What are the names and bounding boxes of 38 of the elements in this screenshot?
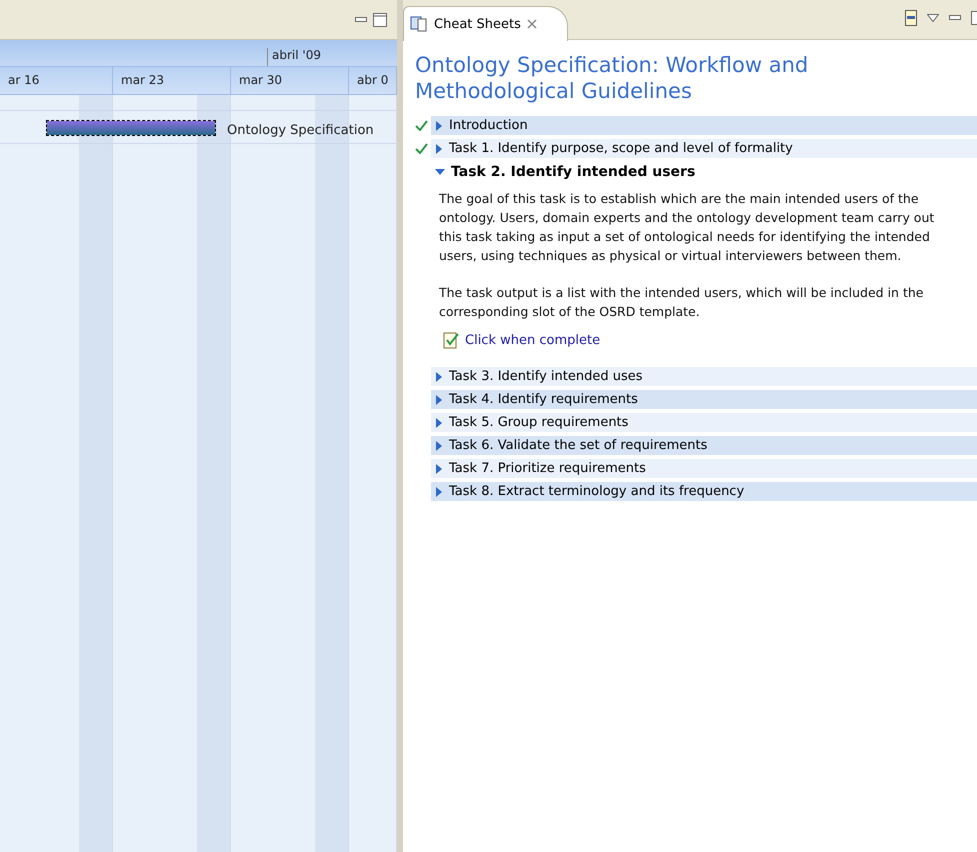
task-description: The goal of this task is to establish which are the main intended users of the ontology. Users, domain experts and the ontology development team carry out this task taking as input a set of ontological needs for identifying the intended users, using techniques as physical or virtual interviewers between them. <box>439 190 936 265</box>
cheat-sheet-title: Ontology Specification: Workflow and Methodological Guidelines <box>415 52 810 104</box>
expanded-arrow-icon <box>435 168 445 176</box>
cheat-sheets-tab[interactable]: Cheat Sheets <box>403 6 568 41</box>
month-label: abril '09 <box>267 48 321 66</box>
checklist-icon <box>443 331 459 349</box>
collapsed-arrow-icon <box>435 440 443 450</box>
notepad-icon[interactable] <box>905 10 917 26</box>
task-header[interactable]: Task 7. Prioritize requirements <box>431 459 977 478</box>
close-icon[interactable] <box>526 19 537 29</box>
task-header[interactable]: Task 4. Identify requirements <box>431 390 977 409</box>
collapsed-arrow-icon <box>435 394 443 404</box>
task-header[interactable]: Task 5. Group requirements <box>431 413 977 432</box>
task-description: The task output is a list with the intended users, which will be included in the corresponding slot of the OSRD template. <box>439 284 924 321</box>
task-header[interactable]: Task 3. Identify intended uses <box>431 367 977 386</box>
collapsed-arrow-icon <box>435 486 443 496</box>
week-label: mar 30 <box>231 67 349 94</box>
click-when-complete-link[interactable]: Click when complete <box>443 331 600 349</box>
minimize-icon[interactable] <box>949 14 961 22</box>
view-menu-icon[interactable] <box>927 14 939 22</box>
collapsed-arrow-icon <box>435 372 443 382</box>
task-header[interactable]: Task 1. Identify purpose, scope and level of formality <box>431 139 977 158</box>
task-label: Ontology Specification <box>227 123 374 138</box>
task-header[interactable]: Task 6. Validate the set of requirements <box>431 436 977 455</box>
week-label: abr 0 <box>349 67 397 94</box>
maximize-icon[interactable] <box>971 11 977 25</box>
maximize-icon[interactable] <box>373 12 387 26</box>
collapsed-arrow-icon <box>435 120 443 130</box>
collapsed-arrow-icon <box>435 144 443 154</box>
minimize-icon[interactable] <box>355 16 367 24</box>
week-label: ar 16 <box>0 67 113 94</box>
cheat-sheet-icon <box>410 16 428 32</box>
collapsed-arrow-icon <box>435 464 443 474</box>
task-header[interactable]: Introduction <box>431 116 977 135</box>
task-header[interactable]: Task 8. Extract terminology and its frequency <box>431 482 977 501</box>
week-label: mar 23 <box>113 67 231 94</box>
task-header[interactable]: Task 2. Identify intended users <box>431 162 977 181</box>
collapsed-arrow-icon <box>435 418 443 428</box>
